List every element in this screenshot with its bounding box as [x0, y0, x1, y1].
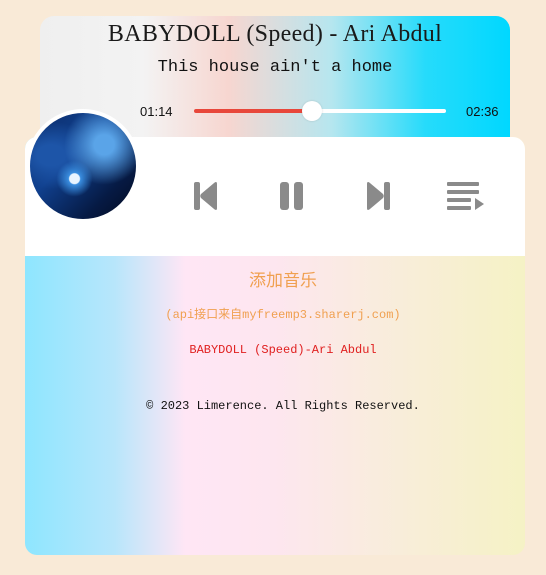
album-art-image [30, 113, 136, 219]
current-lyric: This house ain't a home [157, 58, 393, 77]
playlist-icon [447, 182, 484, 210]
duration-time: 02:36 [466, 104, 499, 119]
progress-fill [194, 109, 313, 113]
pause-icon [280, 182, 303, 210]
skip-previous-icon [194, 182, 217, 210]
copyright-footer: © 2023 Limerence. All Rights Reserved. [146, 399, 420, 413]
add-music-link[interactable]: 添加音乐 [25, 266, 541, 291]
current-time: 01:14 [140, 104, 173, 119]
pause-button[interactable] [279, 179, 305, 213]
skip-next-icon [367, 182, 390, 210]
album-cover [26, 109, 140, 223]
api-source-note: (api接口来自myfreemp3.sharerj.com) [165, 308, 401, 322]
song-title: BABYDOLL (Speed) - Ari Abdul [107, 21, 443, 47]
now-playing-item[interactable]: BABYDOLL (Speed)-Ari Abdul [25, 343, 541, 357]
progress-bar[interactable] [194, 101, 446, 121]
previous-button[interactable] [193, 179, 219, 213]
next-button[interactable] [365, 179, 391, 213]
playlist-button[interactable] [447, 179, 485, 213]
